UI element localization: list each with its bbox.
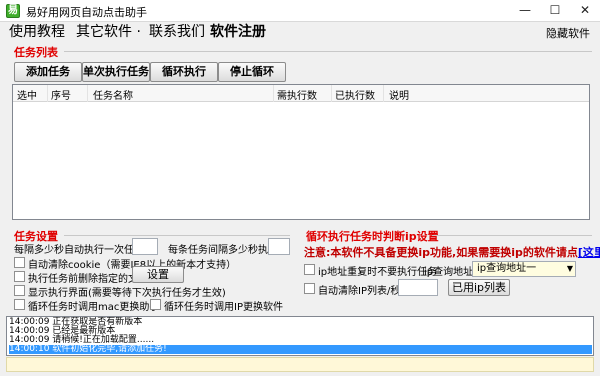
delete-file-label: 执行任务前删除指定的文件	[28, 274, 148, 285]
ip-settings-title: 循环执行任务时判断ip设置	[306, 230, 439, 243]
ip-notice: 注意:本软件不具备更换ip功能,如果需要换ip的软件请点[这里]	[304, 244, 600, 260]
per-task-interval-label: 每条任务间隔多少秒执行:	[168, 245, 282, 256]
show-ui-checkbox[interactable]	[14, 285, 25, 296]
settings-button[interactable]: 设置	[132, 266, 184, 283]
title-bar: 易 易好用网页自动点击助手 — ☐ ✕	[0, 0, 600, 22]
app-icon: 易	[6, 4, 20, 18]
column-divider	[273, 85, 274, 102]
chevron-down-icon[interactable]: ▼	[567, 262, 573, 276]
task-table-header: 选中 序号 任务名称 需执行数 已执行数 说明	[13, 85, 589, 102]
ip-changer-label: 循环任务时调用IP更换软件	[164, 302, 283, 313]
column-selected[interactable]: 选中	[17, 87, 37, 102]
add-task-button[interactable]: 添加任务	[14, 62, 82, 82]
column-description[interactable]: 说明	[389, 87, 409, 102]
ip-query-select[interactable]: ip查询地址一 ▼	[472, 261, 576, 277]
delete-file-checkbox[interactable]	[14, 271, 25, 282]
task-table[interactable]: 选中 序号 任务名称 需执行数 已执行数 说明	[12, 84, 590, 220]
column-executed-count[interactable]: 已执行数	[335, 87, 375, 102]
auto-clear-ip-label: 自动清除IP列表/秒:	[318, 286, 404, 297]
auto-clear-ip-checkbox[interactable]	[304, 283, 315, 294]
close-icon[interactable]: ✕	[570, 0, 600, 21]
task-list-divider	[64, 51, 592, 52]
column-divider	[383, 85, 384, 102]
loop-run-button[interactable]: 循环执行	[150, 62, 218, 82]
ip-settings-divider	[432, 235, 592, 236]
minimize-icon[interactable]: —	[510, 0, 540, 21]
column-divider	[47, 85, 48, 102]
maximize-icon[interactable]: ☐	[540, 0, 570, 21]
window-title: 易好用网页自动点击助手	[26, 6, 147, 19]
stop-loop-button[interactable]: 停止循环	[218, 62, 286, 82]
ip-repeat-checkbox[interactable]	[304, 264, 315, 275]
column-required-count[interactable]: 需执行数	[277, 87, 317, 102]
mac-changer-checkbox[interactable]	[14, 299, 25, 310]
ip-repeat-label: ip地址重复时不要执行任务	[318, 267, 438, 278]
interval-label: 每隔多少秒自动执行一次任务:	[14, 245, 148, 256]
mac-changer-label: 循环任务时调用mac更换助手	[28, 302, 160, 313]
ip-query-label: ip查询地址:	[424, 267, 477, 278]
ip-changer-checkbox[interactable]	[150, 299, 161, 310]
hide-software-link[interactable]: 隐藏软件	[546, 25, 590, 41]
menu-bar: 使用教程 其它软件 · 联系我们 软件注册 隐藏软件	[0, 22, 600, 42]
log-list[interactable]: 14:00:09 正在获取是否有新版本 14:00:09 已经是最新版本 14:…	[6, 316, 594, 356]
menu-other-software[interactable]: 其它软件 ·	[76, 23, 141, 41]
auto-clear-cookie-checkbox[interactable]	[14, 257, 25, 268]
column-index[interactable]: 序号	[51, 87, 71, 102]
status-bar	[6, 357, 594, 372]
per-task-interval-input[interactable]	[268, 238, 290, 255]
menu-register[interactable]: 软件注册	[210, 23, 266, 41]
ip-notice-text: 注意:本软件不具备更换ip功能,如果需要换ip的软件请点	[304, 246, 578, 259]
show-ui-label: 显示执行界面(需要等待下次执行任务才生效)	[28, 288, 226, 299]
menu-contact[interactable]: 联系我们	[149, 23, 205, 41]
ip-query-selected: ip查询地址一	[477, 263, 537, 274]
ip-notice-link[interactable]: [这里]	[578, 246, 600, 259]
column-task-name[interactable]: 任务名称	[93, 87, 133, 102]
column-divider	[87, 85, 88, 102]
column-divider	[331, 85, 332, 102]
task-settings-divider	[64, 235, 290, 236]
used-ip-list-button[interactable]: 已用ip列表	[448, 279, 510, 296]
auto-clear-ip-input[interactable]	[398, 279, 438, 296]
run-once-button[interactable]: 单次执行任务	[82, 62, 150, 82]
menu-tutorial[interactable]: 使用教程	[9, 23, 65, 41]
interval-input[interactable]	[132, 238, 158, 255]
log-line-selected: 14:00:10 软件初始化完毕,请添加任务!	[9, 345, 592, 354]
task-list-title: 任务列表	[14, 46, 58, 59]
